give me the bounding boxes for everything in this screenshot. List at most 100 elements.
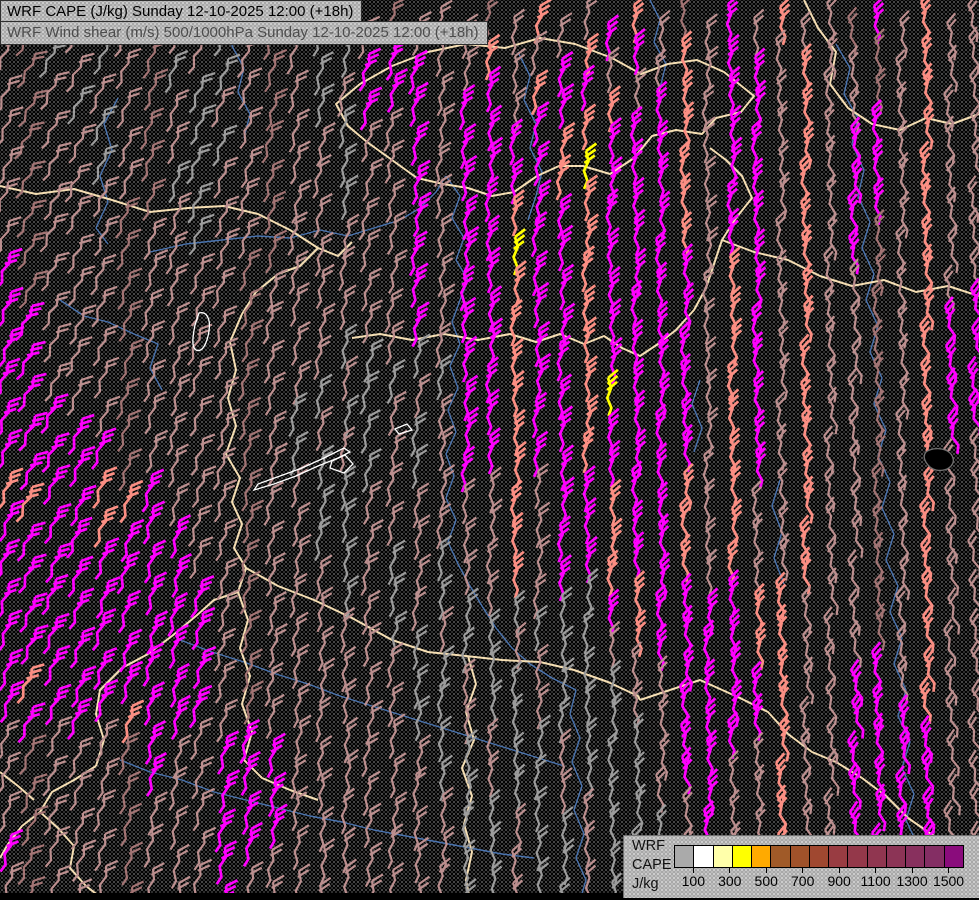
wind-barb: [66, 516, 93, 559]
wind-barb: [678, 494, 691, 543]
wind-barb: [291, 179, 312, 224]
wind-barb: [360, 409, 381, 454]
wind-barb: [730, 679, 743, 728]
wind-barb: [120, 518, 145, 563]
wind-barb: [292, 360, 312, 405]
wind-barb: [679, 172, 692, 221]
wind-barb: [410, 120, 430, 167]
wind-barb: [871, 137, 884, 187]
wind-barb: [17, 702, 46, 744]
wind-barb: [92, 324, 119, 367]
wind-barb: [581, 103, 597, 151]
wind-barb: [895, 222, 906, 271]
wind-barb: [67, 413, 95, 456]
wind-barb: [42, 612, 70, 655]
wind-barb: [214, 53, 241, 96]
river-line: [691, 379, 703, 453]
wind-barb: [947, 225, 959, 274]
wind-barb: [631, 680, 644, 729]
wind-barb: [68, 736, 94, 779]
wind-barb: [171, 553, 193, 598]
wind-barb: [168, 765, 188, 811]
wind-barb: [827, 212, 838, 261]
wind-barb: [361, 731, 380, 778]
colorbar-cell: [771, 846, 791, 867]
wind-barb: [66, 697, 93, 740]
wind-barb: [90, 427, 117, 470]
wind-barb: [119, 338, 145, 381]
wind-barb: [365, 699, 384, 746]
wind-barb: [436, 212, 454, 259]
wind-barb: [753, 582, 766, 632]
wind-barb: [655, 442, 668, 491]
wind-barb: [192, 645, 217, 690]
wind-barb: [43, 503, 72, 545]
wind-barb: [922, 643, 936, 692]
wind-barb: [239, 106, 264, 150]
wind-barb: [363, 338, 384, 383]
wind-barb: [437, 857, 451, 893]
wind-barb: [66, 233, 95, 274]
wind-barb: [800, 223, 813, 272]
wind-barb: [655, 764, 666, 813]
wind-barb: [362, 157, 385, 202]
wind-barb: [751, 692, 764, 741]
wind-barb: [511, 369, 525, 418]
wind-barb: [142, 642, 165, 687]
wind-barb: [316, 444, 335, 491]
wind-barb: [121, 699, 145, 744]
wind-barb: [727, 750, 739, 798]
wind-barb: [0, 790, 23, 834]
wind-barb: [41, 290, 71, 331]
wind-barb: [682, 462, 695, 511]
colorbar-cell: [829, 846, 849, 867]
map-svg: [0, 0, 979, 893]
wind-barb: [91, 608, 117, 652]
wind-barb: [236, 177, 261, 221]
wind-barb: [116, 86, 143, 129]
wind-barb: [16, 521, 46, 562]
wind-barb: [633, 751, 646, 800]
wind-barb: [874, 67, 887, 116]
wind-barb: [96, 757, 121, 801]
wind-barb: [16, 50, 48, 89]
wind-barb: [658, 552, 671, 601]
wind-barb: [898, 151, 909, 200]
wind-barb: [608, 117, 623, 165]
colorbar-cell: [848, 846, 868, 867]
title-windshear: WRF Wind shear (m/s) 500/1000hPa Sunday …: [0, 21, 488, 45]
wind-barb: [193, 826, 217, 871]
wind-barb: [167, 301, 191, 346]
wind-barb: [287, 69, 310, 114]
country-border-line: [0, 771, 35, 801]
wind-barb: [632, 27, 646, 76]
wind-barb: [261, 119, 285, 164]
wind-barb: [13, 121, 45, 160]
wind-barb: [340, 787, 356, 835]
wind-barb: [439, 463, 456, 511]
wind-barb: [874, 248, 886, 296]
wind-barb: [292, 824, 310, 871]
tick-label: 300: [718, 873, 742, 889]
wind-barb: [315, 696, 332, 743]
wind-barb: [559, 767, 573, 815]
wind-barb: [164, 50, 189, 94]
wind-barb: [851, 336, 863, 385]
colorbar-cell: [675, 846, 695, 867]
wind-barb: [558, 876, 571, 893]
wind-barb: [211, 266, 237, 309]
wind-barb: [117, 589, 142, 634]
wind-barb: [93, 214, 121, 257]
cape-legend: WRF CAPE J/kg 100 300 500 700 900 1100 1300 150…: [623, 835, 979, 898]
wind-barb: [265, 229, 288, 274]
wind-barb: [389, 752, 407, 799]
wind-barb: [290, 321, 311, 366]
wind-barb: [312, 153, 332, 199]
wind-barb: [315, 122, 336, 167]
wind-barb: [115, 377, 141, 420]
wind-barb: [214, 195, 240, 238]
tick-label: 500: [754, 873, 778, 889]
map-canvas: [0, 0, 979, 893]
river-line: [179, 639, 565, 767]
wind-barb: [385, 461, 404, 508]
